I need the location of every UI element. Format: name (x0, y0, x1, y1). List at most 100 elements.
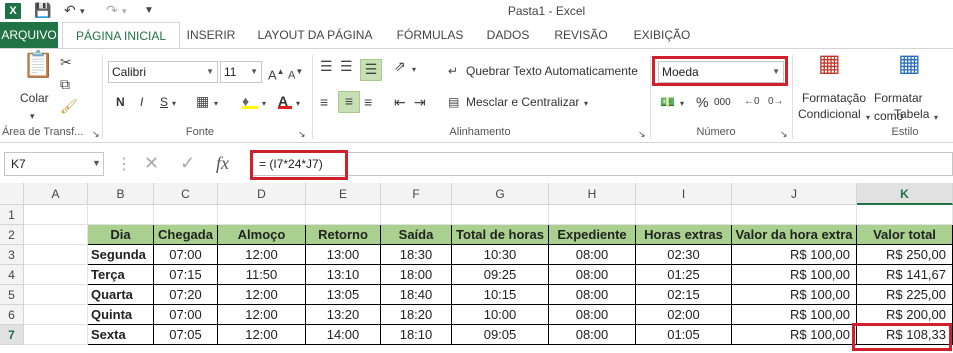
align-center-icon[interactable]: ≡ (338, 91, 360, 113)
cell-d6[interactable]: 12:00 (218, 305, 306, 325)
tab-view[interactable]: EXIBIÇÃO (624, 22, 700, 48)
column-header-g[interactable]: G (452, 183, 549, 205)
cell-h2[interactable]: Expediente (549, 225, 636, 245)
cell-f1[interactable] (381, 205, 452, 225)
cell-d5[interactable]: 12:00 (218, 285, 306, 305)
shrink-font-icon[interactable]: A▼ (288, 63, 303, 85)
cell-a6[interactable] (24, 305, 88, 325)
merge-dropdown-icon[interactable]: ▾ (584, 95, 588, 113)
tab-formulas[interactable]: FÓRMULAS (390, 22, 470, 48)
bold-button[interactable]: N (116, 93, 125, 111)
format-table-dropdown-icon[interactable]: ▾ (934, 109, 938, 127)
cell-g2[interactable]: Total de horas (452, 225, 549, 245)
cell-a4[interactable] (24, 265, 88, 285)
wrap-text-button[interactable]: Quebrar Texto Automaticamente (466, 62, 638, 80)
format-as-table-icon[interactable]: ▦ (898, 52, 921, 76)
cell-c6[interactable]: 07:00 (154, 305, 218, 325)
cell-e4[interactable]: 13:10 (306, 265, 381, 285)
cell-h7[interactable]: 08:00 (549, 325, 636, 345)
align-middle-icon[interactable]: ☰ (340, 57, 353, 75)
cell-b5[interactable]: Quarta (88, 285, 154, 305)
insert-function-icon[interactable]: fx (216, 152, 229, 174)
borders-dropdown-icon[interactable]: ▾ (214, 95, 218, 113)
font-color-icon[interactable]: A (278, 92, 292, 109)
cell-e2[interactable]: Retorno (306, 225, 381, 245)
align-bottom-icon[interactable]: ☰ (360, 59, 382, 81)
cell-e1[interactable] (306, 205, 381, 225)
orientation-dropdown-icon[interactable]: ▾ (412, 61, 416, 79)
align-right-icon[interactable]: ≡ (364, 93, 372, 111)
cell-j6[interactable]: R$ 100,00 (732, 305, 857, 325)
cell-b2[interactable]: Dia (88, 225, 154, 245)
row-header-3[interactable]: 3 (0, 245, 24, 265)
cell-c7[interactable]: 07:05 (154, 325, 218, 345)
cell-i7[interactable]: 01:05 (636, 325, 732, 345)
cell-a2[interactable] (24, 225, 88, 245)
tab-home[interactable]: PÁGINA INICIAL (62, 22, 180, 49)
align-left-icon[interactable]: ≡ (320, 93, 328, 111)
tab-data[interactable]: DADOS (478, 22, 538, 48)
column-header-d[interactable]: D (218, 183, 306, 205)
cell-d3[interactable]: 12:00 (218, 245, 306, 265)
decrease-indent-icon[interactable]: ⇤ (394, 93, 406, 111)
column-header-a[interactable]: A (24, 183, 88, 205)
font-name-combo[interactable]: Calibri ▼ (108, 61, 218, 83)
cell-j4[interactable]: R$ 100,00 (732, 265, 857, 285)
cell-b1[interactable] (88, 205, 154, 225)
percent-button[interactable]: % (696, 93, 708, 111)
cell-j3[interactable]: R$ 100,00 (732, 245, 857, 265)
enter-icon[interactable]: ✓ (180, 152, 195, 174)
orientation-icon[interactable]: ⇗ (394, 57, 406, 75)
cell-k4[interactable]: R$ 141,67 (857, 265, 953, 285)
cell-c4[interactable]: 07:15 (154, 265, 218, 285)
font-size-combo[interactable]: 11 ▼ (220, 61, 262, 83)
cell-f3[interactable]: 18:30 (381, 245, 452, 265)
accounting-format-icon[interactable]: 💵 (660, 93, 675, 111)
increase-decimal-icon[interactable]: ←0 (744, 93, 760, 111)
cell-k5[interactable]: R$ 225,00 (857, 285, 953, 305)
fill-color-icon[interactable]: ♦ (242, 92, 258, 109)
conditional-format-icon[interactable]: ▦ (818, 52, 841, 76)
grow-font-icon[interactable]: A▲ (268, 63, 285, 84)
cell-g1[interactable] (452, 205, 549, 225)
font-launcher-icon[interactable]: ↘ (298, 125, 306, 143)
column-header-c[interactable]: C (154, 183, 218, 205)
cell-i4[interactable]: 01:25 (636, 265, 732, 285)
cell-h5[interactable]: 08:00 (549, 285, 636, 305)
cell-i6[interactable]: 02:00 (636, 305, 732, 325)
merge-icon[interactable]: ▤ (448, 93, 459, 111)
column-header-f[interactable]: F (381, 183, 452, 205)
column-header-h[interactable]: H (549, 183, 636, 205)
column-header-e[interactable]: E (306, 183, 381, 205)
cell-a1[interactable] (24, 205, 88, 225)
format-painter-icon[interactable]: 🖌 (60, 97, 78, 115)
row-header-7[interactable]: 7 (0, 325, 24, 345)
cell-d4[interactable]: 11:50 (218, 265, 306, 285)
font-color-dropdown-icon[interactable]: ▾ (296, 95, 300, 113)
copy-icon[interactable]: ⧉ (60, 75, 70, 93)
cell-g4[interactable]: 09:25 (452, 265, 549, 285)
cell-b6[interactable]: Quinta (88, 305, 154, 325)
tab-page-layout[interactable]: LAYOUT DA PÁGINA (250, 22, 380, 48)
cell-j7[interactable]: R$ 100,00 (732, 325, 857, 345)
cell-f6[interactable]: 18:20 (381, 305, 452, 325)
cell-k1[interactable] (857, 205, 953, 225)
row-header-5[interactable]: 5 (0, 285, 24, 305)
row-header-4[interactable]: 4 (0, 265, 24, 285)
cell-i1[interactable] (636, 205, 732, 225)
wrap-text-icon[interactable]: ↵ (448, 62, 458, 80)
cell-d7[interactable]: 12:00 (218, 325, 306, 345)
select-all-corner[interactable] (0, 183, 24, 205)
cell-j1[interactable] (732, 205, 857, 225)
italic-button[interactable]: I (140, 93, 143, 111)
cell-b3[interactable]: Segunda (88, 245, 154, 265)
conditional-format-label2[interactable]: Condicional (798, 105, 861, 123)
cut-icon[interactable]: ✂ (60, 53, 72, 71)
decrease-decimal-icon[interactable]: 0→ (768, 93, 784, 111)
alignment-launcher-icon[interactable]: ↘ (638, 125, 646, 143)
cell-f2[interactable]: Saída (381, 225, 452, 245)
cell-g3[interactable]: 10:30 (452, 245, 549, 265)
cell-d2[interactable]: Almoço (218, 225, 306, 245)
column-header-b[interactable]: B (88, 183, 154, 205)
accounting-dropdown-icon[interactable]: ▾ (680, 95, 684, 113)
